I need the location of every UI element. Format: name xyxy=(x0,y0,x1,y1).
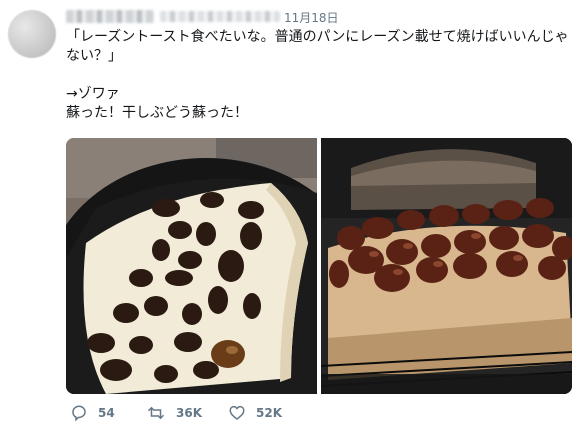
handle-blurred[interactable] xyxy=(160,11,280,22)
retweet-icon xyxy=(147,406,165,420)
tweet-text-line: 蘇った！干しぶどう蘇った！ xyxy=(66,105,248,121)
photo-raisins-after[interactable] xyxy=(320,138,572,394)
reply-button[interactable]: 54 xyxy=(70,402,115,424)
like-button[interactable]: 52K xyxy=(228,402,282,424)
avatar[interactable] xyxy=(8,10,56,58)
media-grid xyxy=(66,138,572,394)
like-icon xyxy=(229,405,245,420)
tweet[interactable]: 11月18日 「レーズントースト食べたいな。普通のパンにレーズン載せて焼けばいい… xyxy=(0,0,584,432)
retweet-count: 36K xyxy=(176,406,202,420)
like-count: 52K xyxy=(256,406,282,420)
tweet-actions: 54 36K 52K xyxy=(66,402,486,424)
reply-icon xyxy=(72,405,86,422)
tweet-date[interactable]: 11月18日 xyxy=(284,11,339,25)
tweet-text-line: →ゾワァ xyxy=(66,86,120,102)
tweet-text: 「レーズントースト食べたいな。普通のパンにレーズン載せて焼けばいいんじゃ ない？… xyxy=(66,28,572,123)
display-name-blurred[interactable] xyxy=(66,10,154,23)
retweet-button[interactable]: 36K xyxy=(146,402,202,424)
tweet-text-line: 「レーズントースト食べたいな。普通のパンにレーズン載せて焼けばいいんじゃ xyxy=(66,29,569,45)
tweet-text-line xyxy=(66,66,572,85)
tweet-text-line: ない？」 xyxy=(66,48,122,64)
reply-count: 54 xyxy=(98,406,115,420)
